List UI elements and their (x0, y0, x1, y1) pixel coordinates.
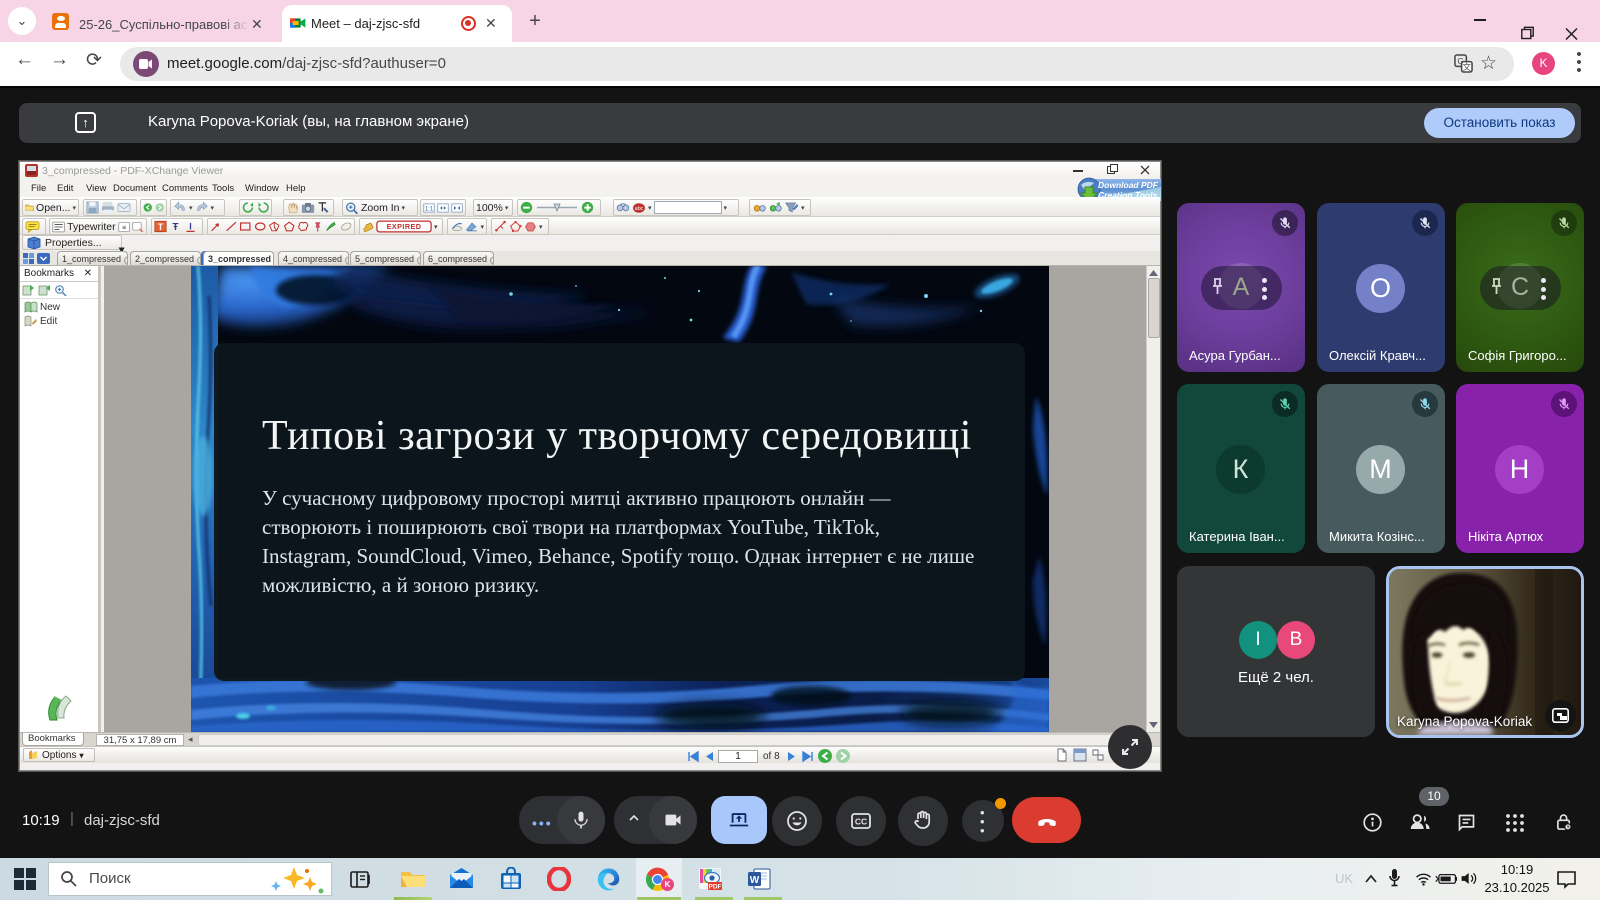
svg-text:Download PDF: Download PDF (1098, 180, 1159, 190)
svg-text:1:1: 1:1 (425, 206, 434, 212)
svg-text:I: I (189, 221, 191, 231)
svg-text:W: W (750, 875, 760, 886)
svg-text:文: 文 (1463, 61, 1472, 72)
svg-text:T: T (158, 222, 164, 232)
svg-text:CC: CC (855, 817, 867, 827)
svg-text:EXPIRED: EXPIRED (387, 222, 422, 231)
svg-text:≡: ≡ (122, 224, 126, 231)
svg-text:PDF: PDF (709, 884, 722, 891)
svg-text:Ŧ: Ŧ (173, 222, 179, 233)
svg-text:abc: abc (635, 206, 644, 212)
